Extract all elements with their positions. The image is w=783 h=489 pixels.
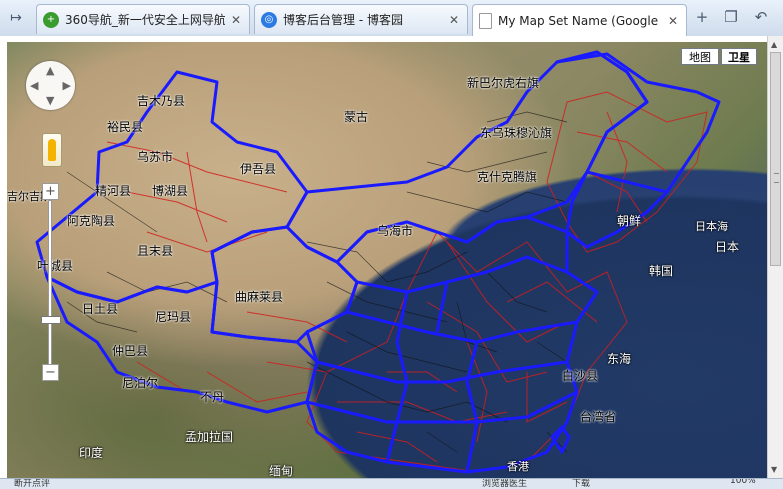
map-label: 香港 (507, 460, 529, 473)
undo-close-tab-icon[interactable]: ↶ (750, 6, 772, 28)
map-label: 博湖县 (152, 184, 189, 198)
download-link[interactable]: 下载 (572, 479, 590, 489)
scrollbar-thumb[interactable] (770, 52, 781, 266)
map-label: 孟加拉国 (185, 430, 234, 444)
close-tab-icon[interactable]: ✕ (229, 13, 243, 27)
vertical-scrollbar[interactable]: ▲ ▼ (767, 36, 783, 478)
map-label: 日本 (715, 240, 740, 254)
pan-right-icon[interactable]: ▶ (63, 79, 71, 92)
map-label: 白沙县 (562, 369, 599, 383)
map-label: 精河县 (95, 184, 132, 198)
close-tab-icon[interactable]: ✕ (447, 13, 461, 27)
map-label: 东乌珠穆沁旗 (480, 126, 553, 140)
tab-list-icon[interactable]: ❐ (720, 6, 742, 28)
map-label: 裕民县 (107, 120, 144, 134)
map-label: 尼玛县 (155, 310, 192, 324)
boundary-overlay (35, 50, 721, 474)
map-label: 克什克腾旗 (477, 170, 538, 184)
close-tab-icon[interactable]: ✕ (666, 14, 680, 28)
map-label: 伊吾县 (240, 162, 277, 176)
map-type-map-button[interactable]: 地图 (681, 48, 719, 65)
browser-tab-strip: ↦ + 360导航_新一代安全上网导航 ✕ ◎ 博客后台管理 - 博客园 ✕ M… (0, 0, 783, 37)
zoom-level[interactable]: 100% (730, 479, 756, 486)
map-label: 不丹 (200, 390, 225, 404)
status-left-text[interactable]: 断开点评 (14, 479, 50, 489)
scroll-up-icon[interactable]: ▲ (771, 40, 777, 49)
map-label: 叶城县 (37, 259, 74, 273)
map-label: 尼泊尔 (122, 376, 159, 390)
map-label: 韩国 (649, 264, 674, 278)
map-label: 且末县 (137, 244, 174, 258)
pan-down-icon[interactable]: ▼ (46, 94, 54, 107)
map-label: 新巴尔虎右旗 (467, 76, 540, 90)
street-view-pegman-icon[interactable] (42, 133, 62, 167)
page-content: 吉木乃县 裕民县 乌苏市 精河县 博湖县 伊吾县 阿克陶县 且末县 叶城县 日土… (0, 36, 783, 478)
tab-title: 博客后台管理 - 博客园 (283, 13, 403, 27)
tab-360-navigation[interactable]: + 360导航_新一代安全上网导航 ✕ (36, 4, 250, 34)
map-label: 朝鲜 (617, 214, 642, 228)
map-label: 阿克陶县 (67, 214, 116, 228)
pan-control[interactable]: ▲ ▼ ◀ ▶ (26, 61, 75, 110)
tab-title: 360导航_新一代安全上网导航 (65, 13, 225, 27)
tab-title: My Map Set Name (Google (498, 13, 659, 28)
satellite-map[interactable]: 吉木乃县 裕民县 乌苏市 精河县 博湖县 伊吾县 阿克陶县 且末县 叶城县 日土… (7, 42, 767, 478)
map-label: 乌海市 (377, 224, 414, 238)
browser-doctor-link[interactable]: 浏览器医生 (482, 479, 527, 489)
tab-my-map-set[interactable]: My Map Set Name (Google ✕ (472, 4, 687, 36)
map-label: 缅甸 (269, 464, 294, 478)
map-type-satellite-button[interactable]: 卫星 (721, 48, 757, 65)
zoom-in-button[interactable]: + (42, 183, 59, 200)
status-bar: 断开点评 浏览器医生 下载 100% (0, 478, 783, 489)
map-label: 印度 (79, 446, 104, 460)
map-label: 曲麻莱县 (235, 290, 284, 304)
map-label: 乌苏市 (137, 150, 174, 164)
map-label: 日土县 (82, 302, 119, 316)
zoom-slider-track[interactable] (48, 200, 52, 365)
page-icon (479, 12, 492, 29)
map-label: 吉木乃县 (137, 94, 186, 108)
map-label: 仲巴县 (112, 344, 149, 358)
map-label: 台湾省 (580, 410, 617, 424)
map-label: 东海 (607, 352, 632, 366)
sidebar-toggle-icon[interactable]: ↦ (0, 0, 32, 36)
map-label: 蒙古 (344, 110, 369, 124)
360-logo-icon: + (43, 11, 59, 28)
pan-up-icon[interactable]: ▲ (46, 64, 54, 77)
tab-cnblogs-admin[interactable]: ◎ 博客后台管理 - 博客园 ✕ (254, 4, 468, 34)
cnblogs-logo-icon: ◎ (261, 11, 277, 28)
zoom-out-button[interactable]: − (42, 364, 59, 381)
zoom-slider-thumb[interactable] (41, 316, 61, 324)
scroll-down-icon[interactable]: ▼ (771, 465, 777, 474)
new-tab-button[interactable]: + (691, 6, 713, 28)
map-label: 日本海 (695, 220, 728, 233)
pan-left-icon[interactable]: ◀ (30, 79, 38, 92)
